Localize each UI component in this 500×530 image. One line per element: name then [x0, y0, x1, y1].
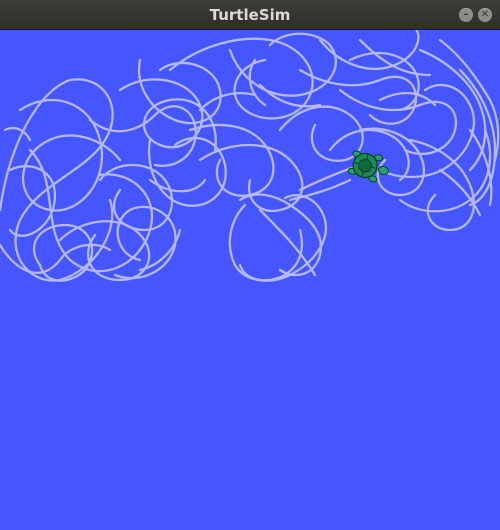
minimize-icon: –: [463, 9, 469, 20]
turtlesim-window: TurtleSim – ✕: [0, 0, 500, 530]
close-button[interactable]: ✕: [478, 8, 492, 22]
title-bar[interactable]: TurtleSim – ✕: [0, 0, 500, 30]
minimize-button[interactable]: –: [459, 8, 473, 22]
turtle-canvas: [0, 30, 500, 530]
close-icon: ✕: [480, 9, 490, 20]
window-title: TurtleSim: [209, 6, 291, 24]
